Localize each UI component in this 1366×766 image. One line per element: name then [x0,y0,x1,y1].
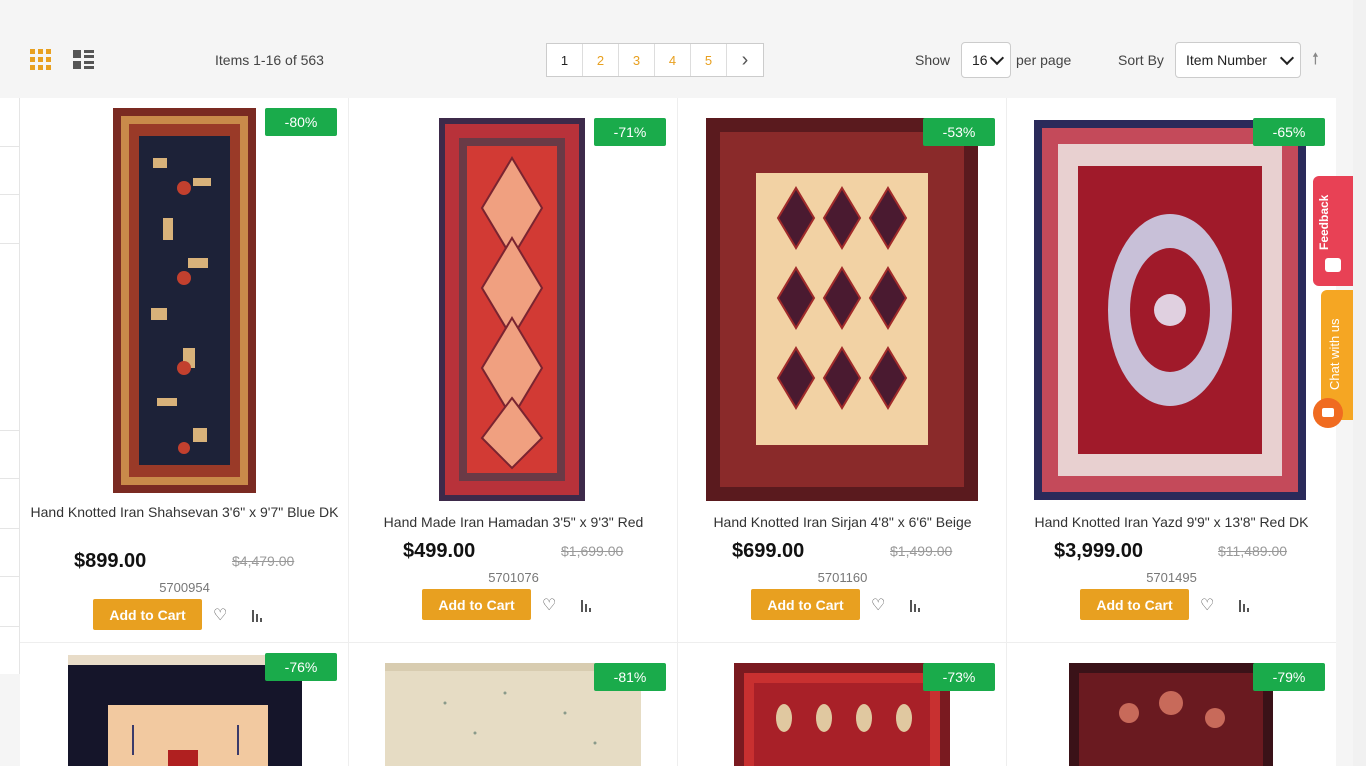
product-image[interactable] [706,118,978,501]
page-4-button[interactable]: 4 [655,44,691,76]
items-count: Items 1-16 of 563 [215,52,324,68]
feedback-label: Feedback [1317,194,1331,250]
heart-icon[interactable]: ♡ [871,595,885,615]
compare-icon[interactable] [581,598,595,612]
product-card: -71% Hand Made Iran Hamadan 3'5" x 9'3" … [349,98,678,643]
product-title[interactable]: Hand Made Iran Hamadan 3'5" x 9'3" Red [359,512,668,532]
discount-badge: -76% [265,653,337,681]
discount-badge: -73% [923,663,995,691]
product-title[interactable]: Hand Knotted Iran Yazd 9'9" x 13'8" Red … [1017,512,1326,532]
product-image[interactable] [1069,663,1273,766]
chat-label: Chat with us [1327,318,1342,390]
page-5-button[interactable]: 5 [691,44,727,76]
product-price: $499.00 [403,540,476,562]
product-image[interactable] [1034,120,1306,500]
per-page-label: per page [1016,52,1072,68]
product-sku: 5701160 [817,570,868,585]
product-price: $899.00 [74,550,147,572]
product-image[interactable] [439,118,585,501]
chat-bubble-icon[interactable] [1313,398,1343,428]
page-2-button[interactable]: 2 [583,44,619,76]
old-price: $11,489.00 [1218,543,1288,559]
compare-icon[interactable] [1239,598,1253,612]
per-page-select[interactable]: 16 [961,42,1011,78]
add-to-cart-button[interactable]: Add to Cart [93,599,202,630]
product-card: -79% [1007,643,1336,766]
arrow-up-icon[interactable]: 🠕 [1312,48,1319,75]
chevron-down-icon [989,50,1005,66]
product-card: -65% Hand Knotted Iran Yazd 9'9" x 13'8"… [1007,98,1336,643]
old-price: $1,699.00 [561,543,624,559]
product-card: -53% Hand Knotted Iran Sirjan 4'8" x 6'6… [678,98,1007,643]
add-to-cart-button[interactable]: Add to Cart [422,589,531,620]
old-price: $1,499.00 [890,543,953,559]
show-label: Show [915,52,951,68]
feedback-tab[interactable]: Feedback [1313,176,1353,286]
product-sku: 5701495 [1146,570,1197,585]
heart-icon[interactable]: ♡ [1200,595,1214,615]
product-grid: -80% Hand Knotted Iran Shahsevan 3'6" x … [20,98,1336,766]
discount-badge: -79% [1253,663,1325,691]
heart-icon[interactable]: ♡ [213,605,227,625]
sidebar-edge [0,98,20,674]
per-page-value: 16 [972,52,988,68]
discount-badge: -81% [594,663,666,691]
discount-badge: -71% [594,118,666,146]
product-card: -76% [20,643,349,766]
discount-badge: -80% [265,108,337,136]
add-to-cart-button[interactable]: Add to Cart [1080,589,1189,620]
product-sku: 5701076 [488,570,539,585]
product-card: -80% Hand Knotted Iran Shahsevan 3'6" x … [20,98,349,643]
discount-badge: -65% [1253,118,1325,146]
chevron-right-icon[interactable]: › [727,44,763,76]
product-title[interactable]: Hand Knotted Iran Sirjan 4'8" x 6'6" Bei… [688,512,997,532]
page-3-button[interactable]: 3 [619,44,655,76]
product-price: $3,999.00 [1054,540,1143,562]
product-card: -73% [678,643,1007,766]
sort-label: Sort By [1118,52,1164,68]
list-view-icon[interactable] [73,50,94,70]
scrollbar[interactable] [1353,0,1366,766]
pagination: 1 2 3 4 5 › [546,43,764,77]
toolbar: Items 1-16 of 563 1 2 3 4 5 › Show 16 pe… [0,0,1340,98]
heart-icon[interactable]: ♡ [542,595,556,615]
add-to-cart-button[interactable]: Add to Cart [751,589,860,620]
page-1-button[interactable]: 1 [547,44,583,76]
smile-icon [1325,258,1341,272]
old-price: $4,479.00 [232,553,295,569]
sort-value: Item Number [1186,52,1267,68]
product-card: -81% [349,643,678,766]
product-price: $699.00 [732,540,805,562]
discount-badge: -53% [923,118,995,146]
compare-icon[interactable] [252,608,266,622]
grid-view-icon[interactable] [30,49,51,70]
chevron-down-icon [1279,50,1295,66]
sort-select[interactable]: Item Number [1175,42,1301,78]
product-sku: 5700954 [159,580,210,595]
product-image[interactable] [113,108,256,493]
product-image[interactable] [734,663,950,766]
product-title[interactable]: Hand Knotted Iran Shahsevan 3'6" x 9'7" … [30,502,339,522]
compare-icon[interactable] [910,598,924,612]
